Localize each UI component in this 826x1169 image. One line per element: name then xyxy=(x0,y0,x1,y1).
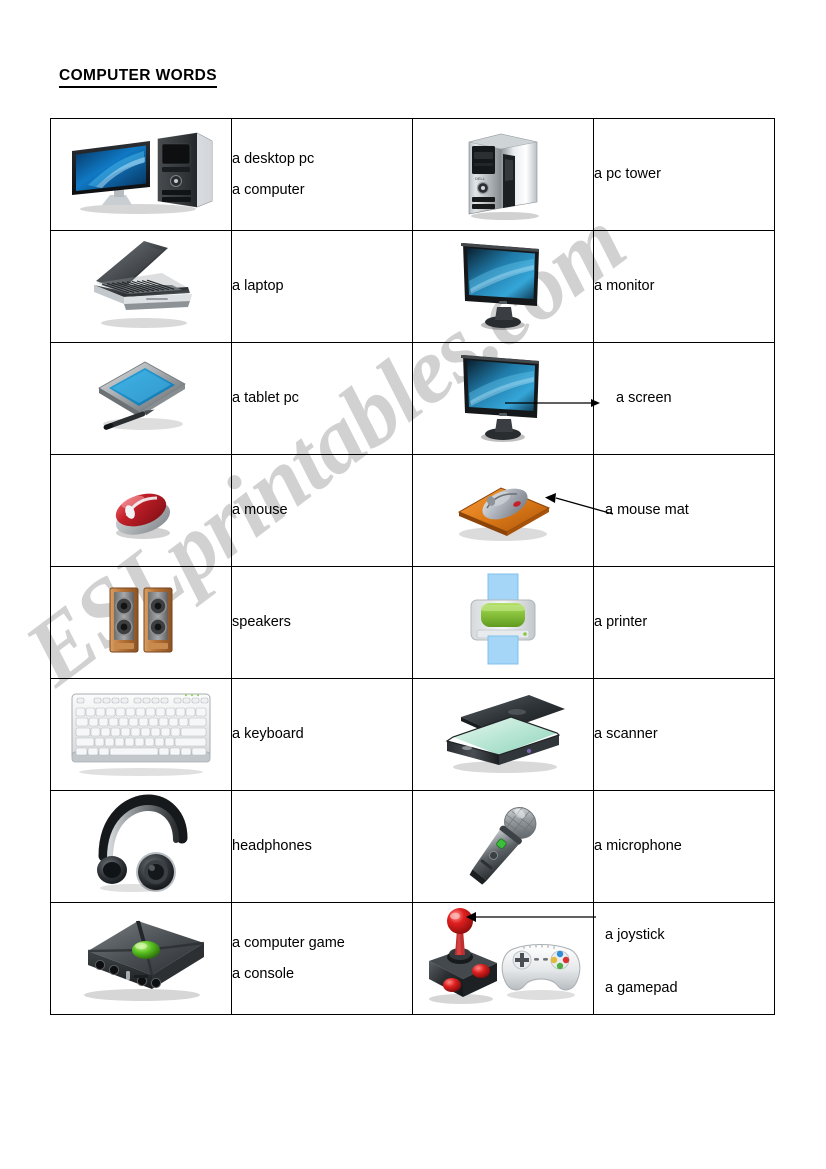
cell-image-monitor xyxy=(412,230,594,343)
headphones-icon xyxy=(86,794,196,894)
cell-image-pc-tower: DELL xyxy=(412,118,594,231)
mouse-mat-icon xyxy=(443,468,563,548)
cell-image-scanner xyxy=(412,678,594,791)
word-line: a computer game xyxy=(232,934,345,951)
monitor-icon xyxy=(457,237,549,332)
cell-image-printer xyxy=(412,566,594,679)
word-line: a laptop xyxy=(232,278,284,294)
table-row: a laptop a monitor xyxy=(50,230,775,343)
table-row: a computer game a console a joystick a g… xyxy=(50,902,775,1015)
table-row: headphones a microphone xyxy=(50,790,775,903)
word-line: a keyboard xyxy=(232,726,304,742)
tablet-pc-icon xyxy=(85,350,197,442)
word-line: a monitor xyxy=(594,278,655,294)
table-row: a keyboard a scanner xyxy=(50,678,775,791)
cell-label-monitor: a monitor xyxy=(593,230,775,343)
worksheet-page: ESLprintables.com COMPUTER WORDS a deskt… xyxy=(0,0,826,1169)
word-line: a pc tower xyxy=(594,166,661,182)
cell-image-joystick-gamepad xyxy=(412,902,594,1015)
cell-label-microphone: a microphone xyxy=(593,790,775,903)
word-line: headphones xyxy=(232,838,312,854)
cell-label-scanner: a scanner xyxy=(593,678,775,791)
mouse-icon xyxy=(101,472,181,544)
word-line: speakers xyxy=(232,614,291,630)
cell-image-keyboard xyxy=(50,678,232,791)
page-title: COMPUTER WORDS xyxy=(59,67,218,88)
cell-image-speakers xyxy=(50,566,232,679)
word-line: a gamepad xyxy=(605,980,678,996)
word-line: a microphone xyxy=(594,838,682,854)
cell-label-keyboard: a keyboard xyxy=(231,678,413,791)
cell-label-joystick-gamepad: a joystick a gamepad xyxy=(593,902,775,1015)
table-row: a mouse a mouse mat xyxy=(50,454,775,567)
cell-image-monitor-screen xyxy=(412,342,594,455)
laptop-icon xyxy=(84,237,199,332)
vocabulary-table: a desktop pc a computer DELL a pc tower … xyxy=(50,118,775,1015)
microphone-icon xyxy=(458,797,548,892)
word-line: a printer xyxy=(594,614,648,630)
cell-label-printer: a printer xyxy=(593,566,775,679)
cell-label-pc-tower: a pc tower xyxy=(593,118,775,231)
cell-image-headphones xyxy=(50,790,232,903)
word-line: a joystick xyxy=(605,927,665,943)
joystick-gamepad-icon xyxy=(419,905,587,1007)
table-row: speakers a printer xyxy=(50,566,775,679)
keyboard-icon xyxy=(66,686,216,778)
cell-label-headphones: headphones xyxy=(231,790,413,903)
speakers-icon xyxy=(108,582,174,658)
cell-image-desktop-pc xyxy=(50,118,232,231)
svg-text:DELL: DELL xyxy=(475,176,486,181)
cell-label-laptop: a laptop xyxy=(231,230,413,343)
cell-label-mouse-mat: a mouse mat xyxy=(593,454,775,567)
word-line: a scanner xyxy=(594,726,658,742)
word-line: a mouse mat xyxy=(605,502,689,518)
word-line: a console xyxy=(232,965,295,982)
monitor-screen-icon xyxy=(457,349,549,444)
cell-image-mouse-mat xyxy=(412,454,594,567)
pc-tower-icon: DELL xyxy=(453,122,553,222)
cell-image-laptop xyxy=(50,230,232,343)
cell-label-screen: a screen xyxy=(593,342,775,455)
cell-image-games-console xyxy=(50,902,232,1015)
desktop-pc-icon xyxy=(66,129,216,215)
cell-label-desktop-pc: a desktop pc a computer xyxy=(231,118,413,231)
table-row: a desktop pc a computer DELL a pc tower xyxy=(50,118,775,231)
cell-label-mouse: a mouse xyxy=(231,454,413,567)
cell-label-speakers: speakers xyxy=(231,566,413,679)
word-line: a mouse xyxy=(232,502,288,518)
cell-image-mouse xyxy=(50,454,232,567)
scanner-icon xyxy=(433,687,573,777)
cell-label-console: a computer game a console xyxy=(231,902,413,1015)
table-row: a tablet pc a screen xyxy=(50,342,775,455)
cell-image-microphone xyxy=(412,790,594,903)
printer-icon xyxy=(463,570,543,670)
word-line: a computer xyxy=(232,181,305,198)
word-line: a screen xyxy=(616,390,672,406)
word-line: a desktop pc xyxy=(232,150,315,167)
cell-image-tablet-pc xyxy=(50,342,232,455)
word-line: a tablet pc xyxy=(232,390,299,406)
games-console-icon xyxy=(66,909,216,1004)
cell-label-tablet-pc: a tablet pc xyxy=(231,342,413,455)
